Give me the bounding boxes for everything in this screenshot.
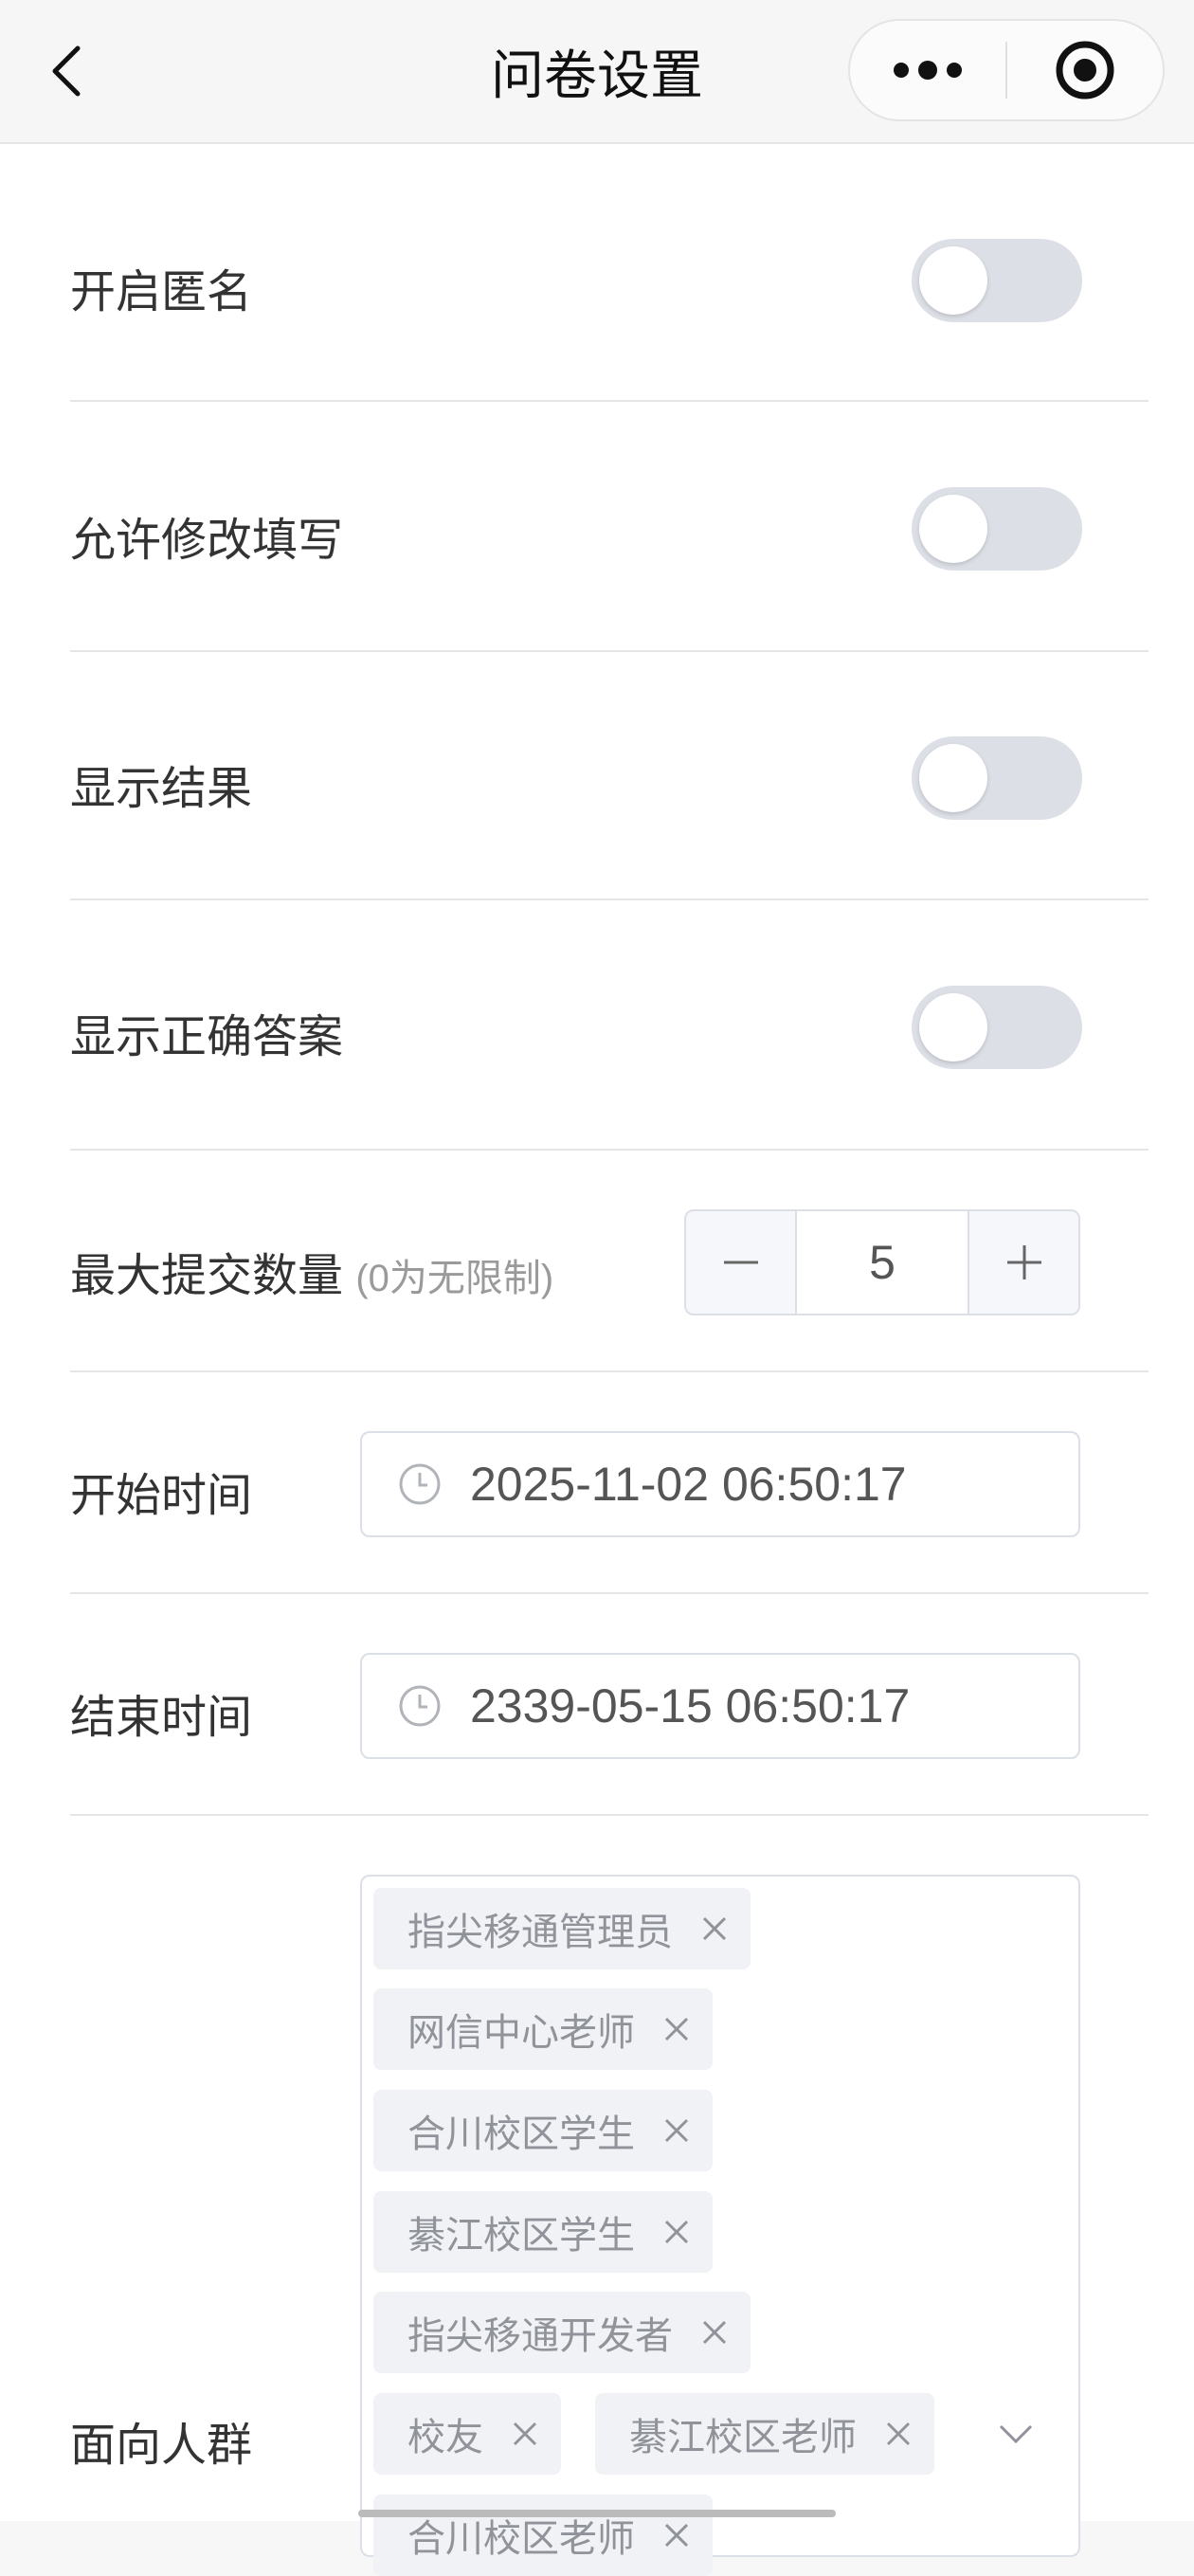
show-answer-label: 显示正确答案 bbox=[70, 1012, 344, 1062]
close-icon[interactable] bbox=[701, 1915, 728, 1942]
audience-tag: 指尖移通管理员 bbox=[373, 1888, 751, 1969]
chevron-down-icon[interactable] bbox=[997, 2415, 1035, 2453]
minus-icon bbox=[723, 1261, 758, 1264]
divider bbox=[70, 1814, 1149, 1816]
allow-edit-label: 允许修改填写 bbox=[70, 516, 344, 566]
close-icon[interactable] bbox=[663, 2016, 690, 2042]
decrement-button[interactable] bbox=[686, 1211, 795, 1314]
anonymous-label: 开启匿名 bbox=[70, 267, 253, 317]
end-time-label: 结束时间 bbox=[70, 1693, 253, 1743]
max-submit-label: 最大提交数量 (0为无限制) bbox=[70, 1238, 553, 1304]
anonymous-toggle[interactable] bbox=[912, 239, 1082, 322]
close-icon[interactable] bbox=[512, 2421, 538, 2447]
audience-tag: 指尖移通开发者 bbox=[373, 2292, 751, 2373]
close-icon[interactable] bbox=[701, 2319, 728, 2346]
divider bbox=[70, 898, 1149, 900]
toggle-knob bbox=[919, 993, 987, 1061]
tag-label: 指尖移通管理员 bbox=[407, 1912, 673, 1953]
navigation-bar: 问卷设置 bbox=[0, 0, 1194, 144]
audience-tag: 合川校区学生 bbox=[373, 2090, 713, 2171]
divider bbox=[70, 400, 1149, 402]
audience-tag: 綦江校区老师 bbox=[595, 2393, 934, 2475]
close-icon[interactable] bbox=[663, 2219, 690, 2245]
tag-label: 綦江校区老师 bbox=[629, 2417, 857, 2458]
target-circle-icon bbox=[1056, 41, 1114, 100]
tag-label: 校友 bbox=[407, 2417, 483, 2458]
close-icon[interactable] bbox=[885, 2421, 912, 2447]
more-dots-icon bbox=[894, 61, 962, 80]
chevron-left-icon bbox=[52, 45, 81, 97]
show-result-toggle[interactable] bbox=[912, 736, 1082, 820]
home-indicator bbox=[358, 2510, 836, 2517]
show-result-label: 显示结果 bbox=[70, 764, 253, 814]
plus-icon bbox=[1006, 1245, 1041, 1279]
tag-label: 合川校区学生 bbox=[407, 2113, 635, 2155]
max-submit-value[interactable]: 5 bbox=[795, 1211, 969, 1314]
toggle-knob bbox=[919, 246, 987, 315]
tag-label: 綦江校区学生 bbox=[407, 2215, 635, 2257]
start-time-value: 2025-11-02 06:50:17 bbox=[470, 1458, 907, 1511]
tag-label: 网信中心老师 bbox=[407, 2012, 635, 2054]
close-mini-program-button[interactable] bbox=[1007, 21, 1163, 119]
end-time-value: 2339-05-15 06:50:17 bbox=[470, 1679, 911, 1732]
max-submit-stepper: 5 bbox=[684, 1209, 1080, 1315]
tag-label: 指尖移通开发者 bbox=[407, 2315, 673, 2357]
audience-tag: 綦江校区学生 bbox=[373, 2191, 713, 2273]
max-submit-label-text: 最大提交数量 bbox=[70, 1251, 344, 1301]
toggle-knob bbox=[919, 495, 987, 563]
divider bbox=[70, 1592, 1149, 1594]
max-submit-hint: (0为无限制) bbox=[355, 1258, 554, 1299]
audience-tag: 合川校区老师 bbox=[373, 2494, 713, 2576]
divider bbox=[70, 650, 1149, 652]
clock-icon bbox=[398, 1462, 442, 1506]
divider bbox=[70, 1370, 1149, 1372]
close-icon[interactable] bbox=[663, 2522, 690, 2549]
start-time-label: 开始时间 bbox=[70, 1471, 253, 1521]
start-time-picker[interactable]: 2025-11-02 06:50:17 bbox=[360, 1431, 1080, 1537]
audience-tag: 网信中心老师 bbox=[373, 1988, 713, 2070]
clock-icon bbox=[398, 1684, 442, 1728]
audience-label: 面向人群 bbox=[70, 2421, 253, 2471]
increment-button[interactable] bbox=[969, 1211, 1078, 1314]
close-icon[interactable] bbox=[663, 2117, 690, 2144]
back-button[interactable] bbox=[38, 28, 95, 114]
end-time-picker[interactable]: 2339-05-15 06:50:17 bbox=[360, 1653, 1080, 1759]
divider bbox=[70, 1149, 1149, 1151]
audience-tag: 校友 bbox=[373, 2393, 561, 2475]
allow-edit-toggle[interactable] bbox=[912, 487, 1082, 571]
more-button[interactable] bbox=[850, 21, 1005, 119]
mini-program-capsule bbox=[848, 19, 1165, 121]
show-answer-toggle[interactable] bbox=[912, 986, 1082, 1069]
toggle-knob bbox=[919, 744, 987, 812]
